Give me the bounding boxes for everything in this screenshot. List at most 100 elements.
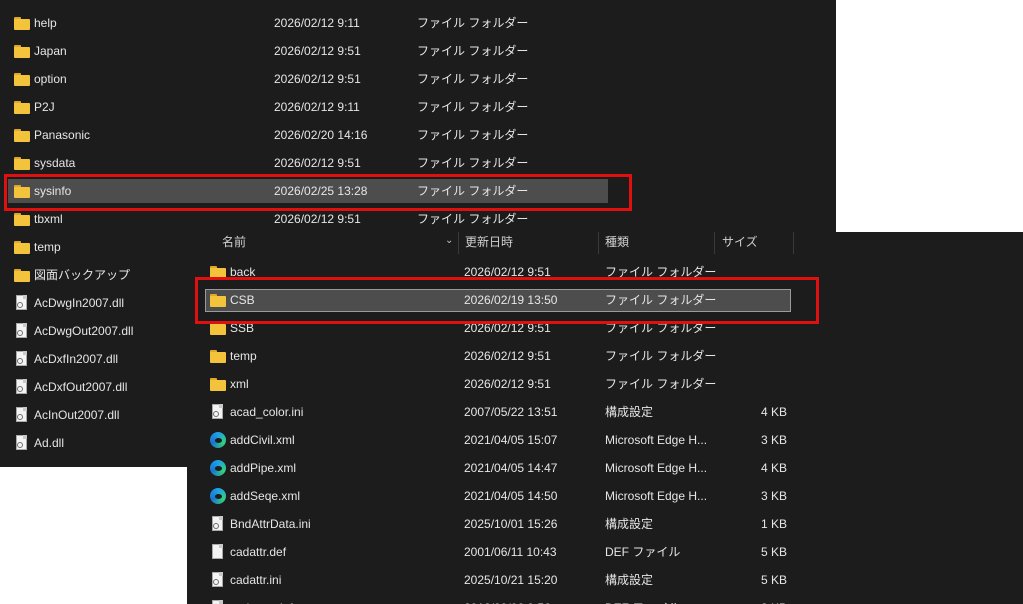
file-size: 1 KB — [760, 517, 787, 531]
file-size: 3 KB — [707, 594, 787, 604]
file-date: 2026/02/20 14:16 — [274, 128, 368, 142]
file-date: 2026/02/12 9:51 — [274, 44, 361, 58]
dll-file-icon — [14, 435, 30, 451]
file-name: addSeqe.xml — [230, 489, 301, 503]
folder-icon — [14, 211, 30, 227]
file-type: DEF ファイル — [605, 594, 680, 604]
dll-file-icon — [14, 407, 30, 423]
file-type: Microsoft Edge H... — [605, 461, 708, 475]
column-header-type[interactable]: 種類 — [605, 232, 629, 254]
chevron-down-icon[interactable]: ⌄ — [445, 235, 453, 246]
edge-icon — [210, 460, 226, 476]
column-separator[interactable] — [598, 232, 599, 254]
file-type: Microsoft Edge H... — [605, 433, 708, 447]
file-date: 2025/10/01 15:26 — [464, 517, 558, 531]
file-name: help — [34, 16, 57, 30]
file-row[interactable]: Japan 2026/02/12 9:51 ファイル フォルダー — [0, 37, 836, 65]
folder-icon — [14, 267, 30, 283]
file-name: option — [34, 72, 67, 86]
dll-file-icon — [14, 323, 30, 339]
file-size: 4 KB — [760, 405, 787, 419]
dll-file-icon — [14, 379, 30, 395]
file-row[interactable]: P2J 2026/02/12 9:11 ファイル フォルダー — [0, 93, 836, 121]
file-name: cadattr.def — [230, 545, 287, 559]
file-date: 2026/02/12 9:51 — [464, 349, 551, 363]
file-name: Panasonic — [34, 128, 91, 142]
file-type: 構成設定 — [605, 517, 654, 531]
file-row[interactable]: addSeqe.xml 2021/04/05 14:50 Microsoft Edg… — [187, 482, 1023, 510]
file-row[interactable]: addPipe.xml 2021/04/05 14:47 Microsoft Edg… — [187, 454, 1023, 482]
file-row[interactable]: addCivil.xml 2021/04/05 15:07 Microsoft Ed… — [187, 426, 1023, 454]
file-name: BndAttrData.ini — [230, 517, 311, 531]
file-row[interactable]: BndAttrData.ini 2025/10/01 15:26 構成設定 1 KB — [187, 510, 1023, 538]
file-row[interactable]: cadattrs.def 2012/09/06 9:56 DEF ファイル 3 KB — [187, 594, 1023, 604]
file-name: addCivil.xml — [230, 433, 295, 447]
file-size: 4 KB — [760, 461, 787, 475]
file-row[interactable]: option 2026/02/12 9:51 ファイル フォルダー — [0, 65, 836, 93]
file-size: 3 KB — [760, 433, 787, 447]
highlight-box-csb — [195, 277, 819, 324]
file-row[interactable]: sysdata 2026/02/12 9:51 ファイル フォルダー — [0, 149, 836, 177]
file-type: ファイル フォルダー — [417, 44, 529, 58]
file-type: ファイル フォルダー — [417, 72, 529, 86]
column-header-name[interactable]: 名前 — [222, 232, 246, 254]
ini-file-icon — [210, 572, 226, 588]
file-type: DEF ファイル — [605, 545, 681, 559]
file-name: AcDxfOut2007.dll — [34, 380, 128, 394]
column-header-date[interactable]: 更新日時 — [465, 232, 513, 254]
file-name: AcDxfIn2007.dll — [34, 352, 119, 366]
column-separator[interactable] — [458, 232, 459, 254]
file-size: 3 KB — [760, 489, 787, 503]
folder-icon — [210, 376, 226, 392]
file-name: cadattrs.def — [230, 594, 293, 604]
file-row[interactable]: cadattr.def 2001/06/11 10:43 DEF ファイル 5 KB — [187, 538, 1023, 566]
file-type: ファイル フォルダー — [417, 100, 529, 114]
file-name: Japan — [34, 44, 67, 58]
ini-file-icon — [210, 404, 226, 420]
folder-icon — [210, 348, 226, 364]
file-type: ファイル フォルダー — [417, 16, 529, 30]
dll-file-icon — [14, 351, 30, 367]
file-type: Microsoft Edge H... — [605, 489, 708, 503]
ini-file-icon — [210, 516, 226, 532]
file-type: ファイル フォルダー — [605, 377, 717, 391]
file-type: ファイル フォルダー — [417, 128, 529, 142]
file-date: 2025/10/21 15:20 — [464, 573, 558, 587]
file-date: 2021/04/05 14:50 — [464, 489, 558, 503]
file-date: 2012/09/06 9:56 — [464, 594, 551, 604]
column-header-size[interactable]: サイズ — [722, 232, 758, 254]
file-row[interactable]: cadattr.ini 2025/10/21 15:20 構成設定 5 KB — [187, 566, 1023, 594]
column-separator[interactable] — [714, 232, 715, 254]
dll-file-icon — [14, 295, 30, 311]
file-size: 5 KB — [760, 573, 787, 587]
file-date: 2001/06/11 10:43 — [464, 545, 557, 559]
file-name: temp — [34, 240, 61, 254]
file-name: addPipe.xml — [230, 461, 297, 475]
file-row[interactable]: temp 2026/02/12 9:51 ファイル フォルダー — [187, 342, 1023, 370]
folder-icon — [14, 239, 30, 255]
file-name: temp — [230, 349, 257, 363]
file-type: 構成設定 — [605, 405, 654, 419]
file-date: 2021/04/05 14:47 — [464, 461, 558, 475]
file-name: AcDwgOut2007.dll — [34, 324, 134, 338]
blank-file-icon — [210, 544, 226, 560]
column-separator[interactable] — [793, 232, 794, 254]
file-name: xml — [230, 377, 249, 391]
file-date: 2026/02/12 9:51 — [274, 156, 361, 170]
folder-icon — [14, 155, 30, 171]
folder-icon — [14, 127, 30, 143]
file-name: cadattr.ini — [230, 573, 282, 587]
blank-file-icon — [210, 600, 226, 604]
file-name: 図面バックアップ — [34, 268, 131, 282]
file-date: 2021/04/05 15:07 — [464, 433, 558, 447]
file-row[interactable]: acad_color.ini 2007/05/22 13:51 構成設定 4 KB — [187, 398, 1023, 426]
edge-icon — [210, 488, 226, 504]
file-name: AcDwgIn2007.dll — [34, 296, 125, 310]
file-date: 2026/02/12 9:11 — [274, 100, 360, 114]
file-size — [707, 370, 787, 398]
file-date: 2026/02/12 9:51 — [464, 377, 551, 391]
file-size: 5 KB — [760, 545, 787, 559]
file-row[interactable]: Panasonic 2026/02/20 14:16 ファイル フォルダー — [0, 121, 836, 149]
file-row[interactable]: help 2026/02/12 9:11 ファイル フォルダー — [0, 9, 836, 37]
file-row[interactable]: xml 2026/02/12 9:51 ファイル フォルダー — [187, 370, 1023, 398]
